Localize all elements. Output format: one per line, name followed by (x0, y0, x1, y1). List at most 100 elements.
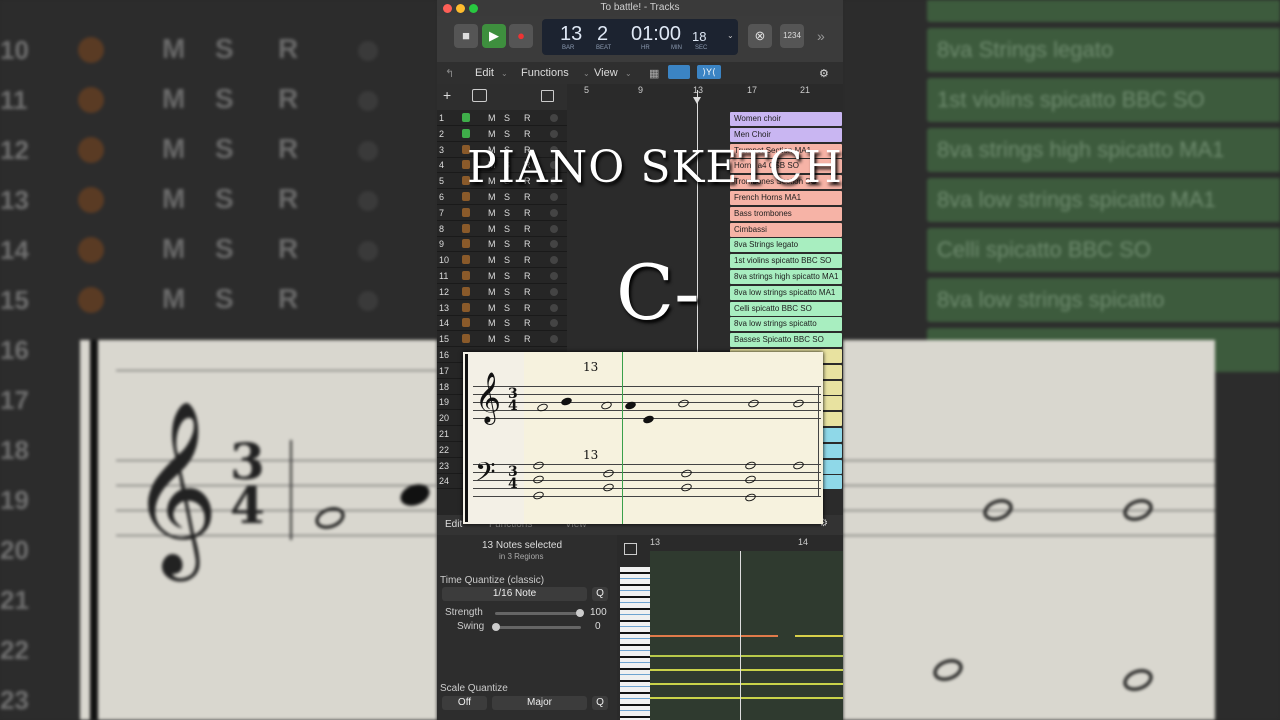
input-monitor-button[interactable] (550, 303, 558, 312)
midi-note[interactable] (650, 655, 843, 657)
record-enable-button[interactable]: R (524, 318, 531, 328)
mute-button[interactable]: M (488, 271, 496, 281)
midi-note[interactable] (650, 635, 778, 637)
solo-button[interactable]: S (504, 192, 510, 202)
midi-note[interactable] (650, 683, 843, 685)
input-monitor-button[interactable] (550, 287, 558, 296)
track-region[interactable]: Men Choir (730, 127, 842, 142)
record-enable-button[interactable]: R (524, 129, 531, 139)
track-region[interactable]: 8va low strings spicatto (730, 317, 842, 332)
expand-toolbar-icon[interactable]: » (817, 28, 825, 44)
mute-button[interactable]: M (488, 224, 496, 234)
close-window-button[interactable] (443, 4, 452, 13)
mute-button[interactable]: M (488, 208, 496, 218)
lcd-display[interactable]: 13 2 BAR BEAT 01:00 18 HR MIN SEC ⌄ (542, 19, 738, 55)
solo-button[interactable]: S (504, 113, 510, 123)
record-enable-button[interactable]: R (524, 224, 531, 234)
lcd-dropdown-icon[interactable]: ⌄ (727, 31, 734, 40)
mute-button[interactable]: M (488, 255, 496, 265)
solo-button[interactable]: S (504, 303, 510, 313)
track-region[interactable]: Women choir (730, 112, 842, 126)
menu-functions[interactable]: Functions (521, 67, 569, 79)
solo-button[interactable]: S (504, 224, 510, 234)
solo-button[interactable]: S (504, 287, 510, 297)
bar-ruler[interactable]: 5 9 13 17 21 (567, 84, 843, 110)
piano-roll-grid[interactable] (650, 551, 843, 720)
track-row[interactable]: 8 MS R (437, 221, 567, 237)
gear-icon[interactable]: ⚙ (819, 67, 829, 80)
catch-playhead-button[interactable]: ⟩Y⟨ (697, 65, 721, 79)
input-monitor-button[interactable] (550, 272, 558, 280)
swing-slider[interactable] (492, 623, 581, 631)
record-enable-button[interactable]: R (524, 239, 531, 249)
track-row[interactable]: 9 MS R (437, 236, 567, 253)
track-region[interactable]: 8va low strings spicatto MA1 (730, 285, 842, 300)
scale-off-select[interactable]: Off (442, 696, 487, 710)
midi-note[interactable] (795, 635, 843, 637)
track-row[interactable]: 14 M S R (437, 315, 567, 332)
global-tracks-icon[interactable] (541, 90, 554, 102)
midi-note[interactable] (650, 697, 843, 699)
mute-button[interactable]: M (488, 303, 496, 313)
input-monitor-button[interactable] (550, 256, 558, 265)
duplicate-track-icon[interactable] (472, 89, 487, 102)
track-row[interactable]: 10 M S R (437, 252, 567, 269)
record-enable-button[interactable]: R (524, 334, 531, 344)
mute-button[interactable]: M (488, 318, 496, 328)
record-enable-button[interactable]: R (524, 287, 531, 297)
solo-button[interactable]: S (504, 318, 510, 328)
menu-view[interactable]: View (594, 67, 618, 79)
track-row[interactable]: 15 M S R (437, 331, 567, 348)
playhead-marker[interactable] (693, 97, 701, 104)
track-region[interactable]: 1st violins spicatto BBC SO (730, 254, 842, 269)
input-monitor-button[interactable] (550, 114, 558, 122)
track-region[interactable]: Celli spicatto BBC SO (730, 301, 842, 316)
track-region[interactable]: 8va Strings legato (730, 238, 842, 253)
minimize-window-button[interactable] (456, 4, 465, 13)
add-track-icon[interactable]: + (443, 87, 451, 103)
track-region[interactable]: French Horns MA1 (730, 191, 842, 205)
mute-button[interactable]: M (488, 334, 496, 344)
track-region[interactable]: Basses Spicatto BBC SO (730, 333, 842, 348)
input-monitor-button[interactable] (550, 129, 558, 138)
track-row[interactable]: 12 M S R (437, 284, 567, 300)
record-enable-button[interactable]: R (524, 271, 531, 281)
track-row[interactable]: 1 MS R (437, 110, 567, 126)
key-display-button[interactable]: 1234 (780, 24, 804, 48)
solo-button[interactable]: S (504, 208, 510, 218)
input-monitor-button[interactable] (550, 319, 558, 328)
zoom-window-button[interactable] (469, 4, 478, 13)
grid-view-icon[interactable]: ▦ (649, 67, 659, 80)
stop-button[interactable]: ■ (454, 24, 478, 48)
record-enable-button[interactable]: R (524, 113, 531, 123)
solo-button[interactable]: S (504, 129, 510, 139)
input-monitor-button[interactable] (550, 208, 558, 217)
mute-button[interactable]: M (488, 287, 496, 297)
scale-mode-select[interactable]: Major (492, 696, 587, 710)
input-monitor-button[interactable] (550, 240, 558, 249)
solo-button[interactable]: S (504, 271, 510, 281)
piano-keyboard[interactable] (620, 567, 650, 720)
midi-note[interactable] (650, 669, 843, 671)
record-enable-button[interactable]: R (524, 255, 531, 265)
solo-button[interactable]: S (504, 255, 510, 265)
scale-q-button[interactable]: Q (592, 696, 608, 710)
input-monitor-button[interactable] (550, 224, 558, 233)
track-row[interactable]: 2 MS R (437, 126, 567, 142)
solo-button[interactable]: S (504, 334, 510, 344)
replace-mode-button[interactable]: ⊗ (748, 24, 772, 48)
mute-button[interactable]: M (488, 239, 496, 249)
quantize-value-select[interactable]: 1/16 Note (442, 587, 587, 601)
region-inspector-icon[interactable] (624, 543, 637, 555)
track-region[interactable]: Cimbassi (730, 222, 842, 237)
track-row[interactable]: 11 M S R (437, 268, 567, 284)
track-region[interactable]: Bass trombones (730, 206, 842, 221)
pr-ruler[interactable]: 13 14 (650, 535, 843, 551)
record-button[interactable]: ● (509, 24, 533, 48)
mute-button[interactable]: M (488, 129, 496, 139)
flex-view-button[interactable] (668, 65, 690, 79)
input-monitor-button[interactable] (550, 193, 558, 201)
pr-playhead[interactable] (740, 551, 741, 720)
pr-menu-edit[interactable]: Edit (445, 519, 462, 530)
track-row[interactable]: 13 M S R (437, 300, 567, 316)
